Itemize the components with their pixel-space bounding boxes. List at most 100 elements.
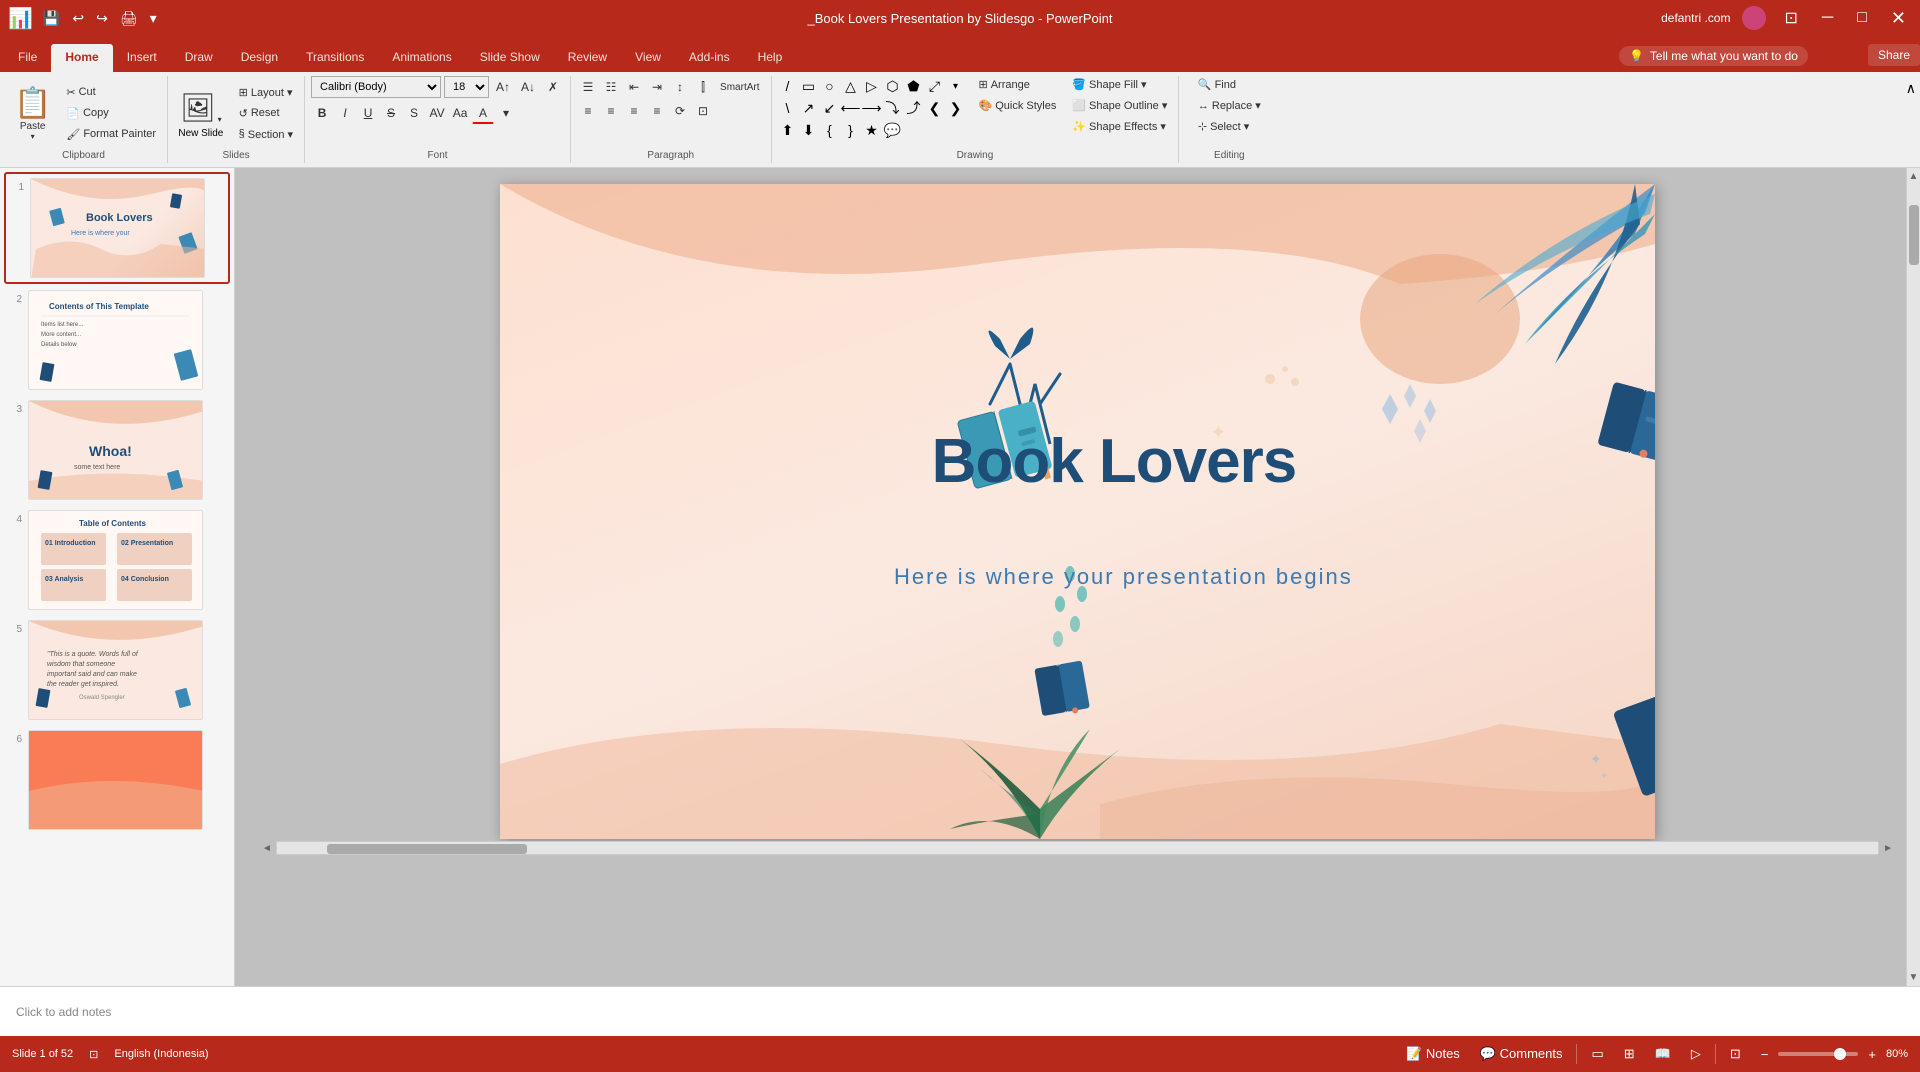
comments-status-button[interactable]: 💬 Comments <box>1474 1044 1569 1064</box>
h-scroll-thumb[interactable] <box>327 844 527 854</box>
cut-button[interactable]: ✂ Cut <box>61 84 161 101</box>
shape-line-button[interactable]: / <box>778 76 798 96</box>
shape-down-arrow-button[interactable]: ⬇ <box>799 120 819 140</box>
tab-home[interactable]: Home <box>51 44 112 72</box>
normal-view-button[interactable]: ▭ <box>1585 1044 1609 1064</box>
shape-triangle-button[interactable]: △ <box>841 76 861 96</box>
zoom-thumb[interactable] <box>1834 1048 1846 1060</box>
scroll-left-arrow[interactable]: ◄ <box>258 841 276 855</box>
shape-curly-button[interactable]: } <box>841 120 861 140</box>
tab-view[interactable]: View <box>621 44 675 72</box>
save-button[interactable]: 💾 <box>39 8 64 29</box>
tab-draw[interactable]: Draw <box>171 44 227 72</box>
shape-hex-button[interactable]: ⬡ <box>883 76 903 96</box>
increase-font-size-button[interactable]: A↑ <box>492 76 514 98</box>
tab-slideshow[interactable]: Slide Show <box>466 44 554 72</box>
align-right-button[interactable]: ≡ <box>623 100 645 122</box>
shape-more-button[interactable]: ▾ <box>946 76 966 96</box>
tab-review[interactable]: Review <box>554 44 621 72</box>
close-button[interactable]: ✕ <box>1885 6 1912 31</box>
minimize-button[interactable]: ─ <box>1816 7 1839 29</box>
notes-area[interactable]: Click to add notes <box>0 986 1920 1036</box>
shape-backslash-button[interactable]: \ <box>778 98 798 118</box>
bold-button[interactable]: B <box>311 102 333 124</box>
strikethrough-button[interactable]: S <box>380 102 402 124</box>
zoom-slider[interactable] <box>1778 1052 1858 1056</box>
slide-item-4[interactable]: 4 Table of Contents 01 Introduction 02 P… <box>4 506 230 614</box>
slideshow-button[interactable]: ▷ <box>1685 1044 1707 1064</box>
shape-arrow-left-button[interactable]: ⟵ <box>841 98 861 118</box>
zoom-out-button[interactable]: − <box>1755 1045 1775 1064</box>
font-size-select[interactable]: 18 <box>444 76 489 98</box>
arrange-button[interactable]: ⊞ Arrange <box>974 76 1062 93</box>
replace-button[interactable]: ↔ Replace ▾ <box>1193 97 1266 114</box>
maximize-button[interactable]: □ <box>1851 7 1873 29</box>
notes-status-button[interactable]: 📝 Notes <box>1400 1044 1466 1064</box>
tab-file[interactable]: File <box>4 44 51 72</box>
align-center-button[interactable]: ≡ <box>600 100 622 122</box>
tab-transitions[interactable]: Transitions <box>292 44 378 72</box>
slide-item-5[interactable]: 5 "This is a quote. Words full of wisdom… <box>4 616 230 724</box>
slide-item-6[interactable]: 6 <box>4 726 230 834</box>
justify-button[interactable]: ≡ <box>646 100 668 122</box>
layout-button[interactable]: ⊞ Layout ▾ <box>234 84 298 101</box>
reset-button[interactable]: ↺ Reset <box>234 105 298 122</box>
restore-window-button[interactable]: ⊡ <box>1778 6 1803 30</box>
zoom-in-button[interactable]: + <box>1862 1045 1882 1064</box>
slide-item-2[interactable]: 2 Contents of This Template Items list h… <box>4 286 230 394</box>
paste-button[interactable]: 📋 Paste ▾ <box>6 82 59 145</box>
customize-qa-button[interactable]: ▾ <box>146 8 161 29</box>
smartart-button[interactable]: SmartArt <box>715 76 764 98</box>
shape-chevron-left-button[interactable]: ❮ <box>925 98 945 118</box>
fit-slide-button[interactable]: ⊡ <box>1724 1044 1747 1064</box>
slide-item-1[interactable]: 1 Book Lovers Here is where your <box>4 172 230 284</box>
slide-main-title[interactable]: Book Lovers <box>932 426 1297 497</box>
numbering-button[interactable]: ☷ <box>600 76 622 98</box>
shape-curve-down-button[interactable]: ⤵ <box>883 98 903 118</box>
shape-arrow-ne-button[interactable]: ↗ <box>799 98 819 118</box>
shape-fill-button[interactable]: 🪣 Shape Fill ▾ <box>1067 76 1172 93</box>
align-text-button[interactable]: ⊡ <box>692 100 714 122</box>
line-spacing-button[interactable]: ↕ <box>669 76 691 98</box>
scroll-thumb-v[interactable] <box>1909 205 1919 265</box>
text-direction-button[interactable]: ⟳ <box>669 100 691 122</box>
shape-chevron-right-button[interactable]: ❯ <box>946 98 966 118</box>
tab-addins[interactable]: Add-ins <box>675 44 744 72</box>
shape-circle-button[interactable]: ○ <box>820 76 840 96</box>
decrease-font-size-button[interactable]: A↓ <box>517 76 539 98</box>
slide-subtitle[interactable]: Here is where your presentation begins <box>894 564 1353 590</box>
tab-insert[interactable]: Insert <box>113 44 171 72</box>
italic-button[interactable]: I <box>334 102 356 124</box>
shape-arrow-right-button[interactable]: ⟶ <box>862 98 882 118</box>
scroll-right-arrow[interactable]: ► <box>1879 841 1897 855</box>
vertical-scrollbar[interactable]: ▲ ▼ <box>1906 168 1920 986</box>
slide-sorter-button[interactable]: ⊞ <box>1618 1044 1641 1064</box>
shape-rect-button[interactable]: ▭ <box>799 76 819 96</box>
shape-arrow-button[interactable]: ▷ <box>862 76 882 96</box>
section-button[interactable]: § Section ▾ <box>234 126 298 143</box>
clear-formatting-button[interactable]: ✗ <box>542 76 564 98</box>
shape-up-arrow-button[interactable]: ⬆ <box>778 120 798 140</box>
shape-curve-up-button[interactable]: ⤴ <box>904 98 924 118</box>
font-color-dropdown-icon[interactable]: ▾ <box>495 102 517 124</box>
collapse-ribbon-button[interactable]: ∧ <box>1906 80 1916 97</box>
shape-curve-button[interactable]: ⤢ <box>925 76 945 96</box>
font-name-select[interactable]: Calibri (Body) <box>311 76 441 98</box>
columns-button[interactable]: ⫿ <box>692 76 714 98</box>
copy-button[interactable]: 📄 Copy <box>61 105 161 122</box>
char-spacing-button[interactable]: AV <box>426 102 448 124</box>
underline-button[interactable]: U <box>357 102 379 124</box>
shape-bracket-button[interactable]: { <box>820 120 840 140</box>
tab-design[interactable]: Design <box>227 44 292 72</box>
shape-diamond-button[interactable]: ⬟ <box>904 76 924 96</box>
print-button[interactable]: 🖨 <box>116 8 142 29</box>
align-left-button[interactable]: ≡ <box>577 100 599 122</box>
reading-view-button[interactable]: 📖 <box>1649 1044 1677 1064</box>
share-button[interactable]: Share <box>1868 44 1920 66</box>
new-slide-button[interactable]: 🖼 ▾ <box>174 87 228 128</box>
shape-callout-button[interactable]: 💬 <box>883 120 903 140</box>
slide-item-3[interactable]: 3 Whoa! some text here <box>4 396 230 504</box>
font-color-button[interactable]: A <box>472 102 494 124</box>
shape-arrow-sw-button[interactable]: ↙ <box>820 98 840 118</box>
decrease-indent-button[interactable]: ⇤ <box>623 76 645 98</box>
